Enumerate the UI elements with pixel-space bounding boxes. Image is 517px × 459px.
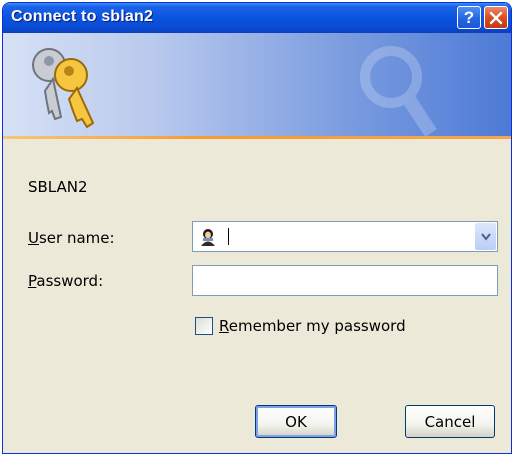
dialog-banner xyxy=(3,33,511,137)
username-mnemonic: U xyxy=(28,229,39,247)
user-icon xyxy=(201,229,215,246)
remember-password-checkbox[interactable] xyxy=(195,317,213,335)
banner-watermark xyxy=(360,46,437,137)
cancel-button[interactable]: Cancel xyxy=(405,405,495,438)
connect-dialog: Connect to sblan2 ? SBLAN2 User name: Pa… xyxy=(2,2,512,454)
window-title: Connect to sblan2 xyxy=(11,8,154,25)
help-button[interactable]: ? xyxy=(457,6,481,29)
username-dropdown-button[interactable] xyxy=(475,223,496,250)
remember-password-label[interactable]: Remember my password xyxy=(219,317,406,335)
username-combobox[interactable] xyxy=(192,221,498,252)
password-field[interactable] xyxy=(192,265,498,296)
keys-icon xyxy=(32,48,95,129)
password-label: Password: xyxy=(28,272,103,290)
remember-label-text: emember my password xyxy=(228,317,406,335)
ok-button[interactable]: OK xyxy=(255,405,337,438)
help-icon: ? xyxy=(463,8,475,27)
text-caret xyxy=(228,228,229,245)
server-name: SBLAN2 xyxy=(28,178,88,196)
username-label: User name: xyxy=(28,229,115,247)
banner-accent-line xyxy=(3,136,511,139)
close-button[interactable] xyxy=(484,6,508,29)
chevron-down-icon xyxy=(480,232,491,241)
password-label-text: assword: xyxy=(36,272,104,290)
remember-mnemonic: R xyxy=(219,317,229,335)
title-bar[interactable]: Connect to sblan2 ? xyxy=(3,3,511,33)
close-icon xyxy=(489,11,503,24)
username-label-text: ser name: xyxy=(38,229,115,247)
